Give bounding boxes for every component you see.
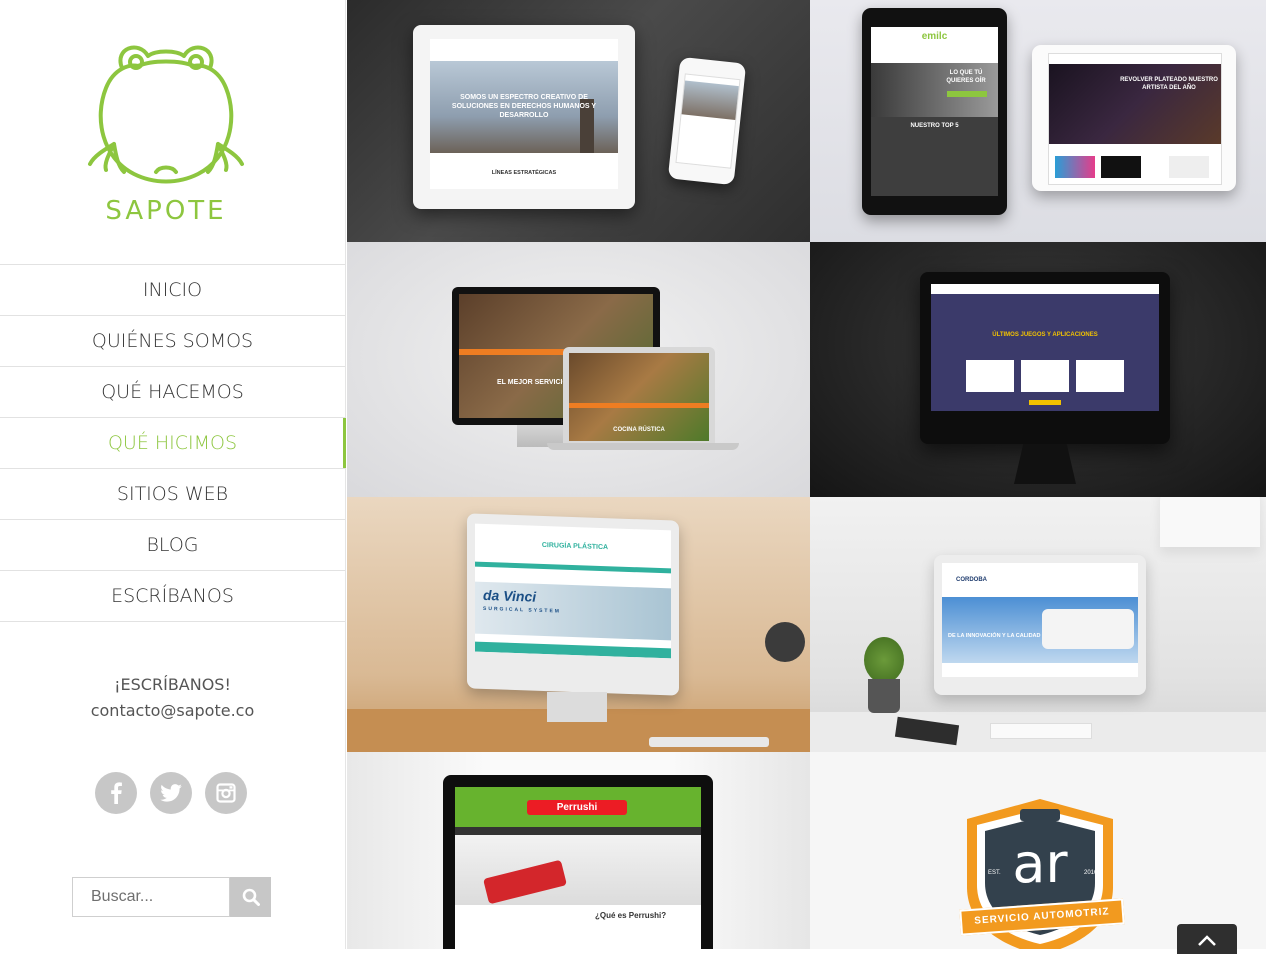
facebook-button[interactable] <box>95 772 137 814</box>
tile2-logo: emilc <box>921 31 948 42</box>
tile1-section: LÍNEAS ESTRATÉGICAS <box>491 170 557 176</box>
nav-item-quienes-somos[interactable]: QUIÉNES SOMOS <box>0 316 345 367</box>
portfolio-item-ar-servicio-automotriz[interactable]: ar EST. 2016 SERVICIO AUTOMOTRIZ <box>810 752 1266 949</box>
portfolio-item-perrushi[interactable]: Perrushi ¿Qué es Perrushi? <box>347 752 810 949</box>
tile4-headline: ÚLTIMOS JUEGOS Y APLICACIONES <box>992 332 1098 338</box>
black-imac-mockup: ÚLTIMOS JUEGOS Y APLICACIONES <box>920 272 1170 444</box>
phone-mockup <box>667 56 747 186</box>
laptop-mockup: COCINA RÚSTICA <box>563 347 715 443</box>
tile6-headline: DE LA INNOVACIÓN Y LA CALIDAD <box>948 633 1041 639</box>
frog-icon <box>88 45 244 184</box>
main-navigation: INICIO QUIÉNES SOMOS QUÉ HACEMOS QUÉ HIC… <box>0 264 346 622</box>
facebook-icon <box>111 782 122 804</box>
search-button[interactable] <box>230 877 271 917</box>
tablet-white-mockup: REVOLVER PLATEADO NUESTRO ARTISTA DEL AÑ… <box>1032 45 1236 191</box>
instagram-button[interactable] <box>205 772 247 814</box>
tile7-question: ¿Qué es Perrushi? <box>595 911 667 920</box>
tile8-year: 2016 <box>1084 870 1098 876</box>
perrushi-imac-mockup: Perrushi ¿Qué es Perrushi? <box>443 775 713 949</box>
nav-item-que-hacemos[interactable]: QUÉ HACEMOS <box>0 367 345 418</box>
tile2-section: NUESTRO TOP 5 <box>910 123 959 129</box>
tablet-screen: SOMOS UN ESPECTRO CREATIVO DE SOLUCIONES… <box>430 39 618 189</box>
portfolio-item-cirugia-plastica[interactable]: CIRUGÍA PLÁSTICA da Vinci SURGICAL SYSTE… <box>347 497 810 752</box>
tile7-logo: Perrushi <box>527 800 627 815</box>
sidebar: SAPOTE INICIO QUIÉNES SOMOS QUÉ HACEMOS … <box>0 0 346 949</box>
tile1-headline: SOMOS UN ESPECTRO CREATIVO DE SOLUCIONES… <box>451 94 597 119</box>
contact-block: ¡ESCRÍBANOS! contacto@sapote.co <box>0 672 345 724</box>
tile5-logo: CIRUGÍA PLÁSTICA <box>541 541 609 552</box>
tablet-black-mockup: emilc LO QUE TÚ QUIERES OÍR NUESTRO TOP … <box>862 8 1007 215</box>
search-icon <box>242 888 260 906</box>
tile2-tablet-text: LO QUE TÚ QUIERES OÍR <box>946 70 986 84</box>
tablet-mockup: SOMOS UN ESPECTRO CREATIVO DE SOLUCIONES… <box>413 25 635 209</box>
tile2-headline: REVOLVER PLATEADO NUESTRO ARTISTA DEL AÑ… <box>1120 77 1218 91</box>
nav-item-sitios-web[interactable]: SITIOS WEB <box>0 469 345 520</box>
nav-item-inicio[interactable]: INICIO <box>0 265 345 316</box>
desk-imac-mockup: CIRUGÍA PLÁSTICA da Vinci SURGICAL SYSTE… <box>467 513 679 696</box>
tile6-logo: CORDOBA <box>956 577 987 583</box>
back-to-top-button[interactable] <box>1177 924 1237 954</box>
plant-decoration <box>850 637 916 717</box>
tile5-headline: da Vinci <box>483 586 537 605</box>
chevron-up-icon <box>1198 935 1216 946</box>
search-input[interactable] <box>72 877 230 917</box>
search-form <box>72 877 271 917</box>
portfolio-item-emilc[interactable]: emilc LO QUE TÚ QUIERES OÍR NUESTRO TOP … <box>810 0 1266 242</box>
portfolio-item-design-room[interactable]: ÚLTIMOS JUEGOS Y APLICACIONES <box>810 242 1266 497</box>
instagram-icon <box>216 783 236 803</box>
sapote-logo[interactable]: SAPOTE <box>84 38 248 228</box>
portfolio-item-elemento[interactable]: SOMOS UN ESPECTRO CREATIVO DE SOLUCIONES… <box>347 0 810 242</box>
nav-item-blog[interactable]: BLOG <box>0 520 345 571</box>
portfolio-item-cordoba[interactable]: CORDOBA DE LA INNOVACIÓN Y LA CALIDAD <box>810 497 1266 752</box>
nav-item-que-hicimos[interactable]: QUÉ HICIMOS <box>0 418 346 469</box>
office-imac-mockup: CORDOBA DE LA INNOVACIÓN Y LA CALIDAD <box>934 555 1146 695</box>
nav-item-escribanos[interactable]: ESCRÍBANOS <box>0 571 345 622</box>
tile8-est: EST. <box>988 870 1001 876</box>
portfolio-item-poa[interactable]: EL MEJOR SERVICIO COCINA RÚSTICA <box>347 242 810 497</box>
tile3-caption: COCINA RÚSTICA <box>613 427 665 433</box>
social-links <box>95 772 247 814</box>
tile8-initials: ar <box>1012 832 1068 895</box>
contact-heading: ¡ESCRÍBANOS! <box>114 675 231 694</box>
portfolio-grid: SOMOS UN ESPECTRO CREATIVO DE SOLUCIONES… <box>347 0 1266 949</box>
brand-name: SAPOTE <box>105 196 227 226</box>
twitter-icon <box>160 784 182 802</box>
contact-email[interactable]: contacto@sapote.co <box>0 698 345 724</box>
twitter-button[interactable] <box>150 772 192 814</box>
